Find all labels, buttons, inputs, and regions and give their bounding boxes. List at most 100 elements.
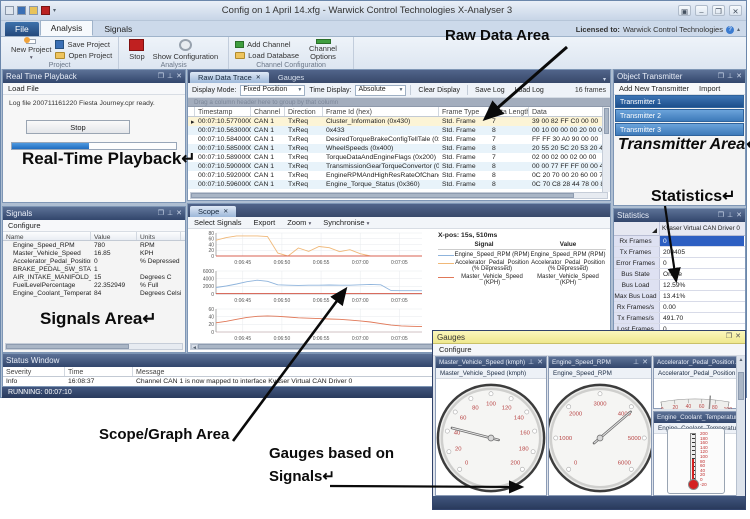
panel-pin-icon[interactable]: ⊥ [633, 359, 639, 367]
table-row[interactable]: Rx Frames0 [614, 236, 745, 247]
table-row[interactable]: Tx Frames/s491.70 [614, 313, 745, 324]
load-file-menu[interactable]: Load File [8, 84, 39, 93]
panel-pin-icon[interactable]: ⊥ [528, 359, 534, 367]
playback-stop-button[interactable]: Stop [26, 120, 130, 134]
panel-restore-icon[interactable]: ❐ [158, 210, 164, 218]
panel-close-icon[interactable]: ✕ [537, 359, 543, 367]
add-new-transmitter-menu[interactable]: Add New Transmitter [619, 84, 689, 93]
transmitter-item[interactable]: Transmitter 1 [615, 95, 744, 108]
panel-close-icon[interactable]: ✕ [736, 73, 742, 81]
help-icon[interactable]: ? [726, 26, 734, 34]
table-row[interactable]: Bus StateOnline [614, 269, 745, 280]
table-row[interactable]: 00:07:10.5890000CAN 1TxReqTorqueDataAndE… [188, 153, 610, 162]
synchronise-menu[interactable]: Synchronise ▾ [323, 218, 369, 227]
raw-hscrollbar[interactable] [190, 192, 608, 199]
table-row[interactable]: Rx Frames/s0.00 [614, 302, 745, 313]
table-row[interactable]: 00:07:10.5900000CAN 1TxReqTransmissionGe… [188, 162, 610, 171]
gauges-configure-menu[interactable]: Configure [439, 345, 472, 354]
table-row[interactable]: ▸00:07:10.5770000CAN 1TxReqCluster_Infor… [188, 117, 610, 126]
table-row[interactable]: Error Frames0 [614, 258, 745, 269]
signals-configure-menu[interactable]: Configure [8, 221, 41, 230]
quick-save-icon[interactable] [17, 6, 26, 15]
svg-text:0:06:50: 0:06:50 [274, 298, 291, 304]
statistics-corner-cell[interactable] [614, 222, 660, 235]
panel-pin-icon[interactable]: ⊥ [167, 210, 173, 218]
close-icon[interactable]: ✕ [729, 5, 742, 16]
tab-signals[interactable]: Signals [94, 22, 142, 36]
table-row[interactable]: FuelLevelPercentage22.352949% Full [3, 281, 185, 289]
gauges-vscrollbar[interactable]: ▲ [736, 356, 745, 496]
scope-chart-rpm[interactable]: 60004000200000:06:450:06:500:06:550:07:0… [190, 268, 430, 306]
table-row[interactable]: 00:07:10.5960000CAN 1TxReqEngine_Torque_… [188, 180, 610, 189]
transmitter-item[interactable]: Transmitter 2 [615, 109, 744, 122]
panel-pin-icon[interactable]: ⊥ [167, 73, 173, 81]
scope-chart-accelerator[interactable]: 8060402000:06:450:06:500:06:550:07:000:0… [190, 230, 430, 268]
panel-close-icon[interactable]: ✕ [176, 210, 182, 218]
panel-restore-icon[interactable]: ❐ [158, 73, 164, 81]
restore-icon[interactable]: ❐ [712, 5, 725, 16]
table-row[interactable]: 00:07:10.5630000CAN 1TxReq0x433Std. Fram… [188, 126, 610, 135]
screenshot-root: ▾ Config on 1 April 14.xfg - Warwick Con… [0, 0, 750, 519]
zoom-menu[interactable]: Zoom ▾ [287, 218, 311, 227]
export-menu[interactable]: Export [254, 218, 276, 227]
panel-restore-icon[interactable]: ❐ [718, 73, 724, 81]
tab-file[interactable]: File [5, 22, 39, 36]
chevron-down-icon[interactable]: ▾ [603, 76, 606, 83]
display-mode-select[interactable]: Fixed Position▼ [240, 85, 305, 96]
tab-scope[interactable]: Scope✕ [190, 206, 236, 217]
table-row[interactable]: Engine_Coolant_Temperature84Degrees Cels… [3, 289, 185, 297]
raw-vscrollbar[interactable] [602, 107, 610, 192]
table-row[interactable]: 00:07:10.5920000CAN 1TxReqEngineRPMAndHi… [188, 171, 610, 180]
open-project-button[interactable]: Open Project [55, 51, 112, 60]
quick-open-icon[interactable] [29, 6, 38, 15]
load-database-button[interactable]: Load Database [235, 51, 299, 60]
statistics-column-header[interactable]: Kvaser Virtual CAN Driver 0 [660, 222, 745, 235]
group-by-bar[interactable]: Drag a column header here to group by th… [188, 98, 610, 107]
help-window-icon[interactable]: ▣ [678, 5, 691, 16]
add-channel-button[interactable]: Add Channel [235, 40, 299, 49]
stop-button[interactable]: Stop [125, 39, 148, 61]
panel-restore-icon[interactable]: ❐ [718, 212, 724, 220]
panel-close-icon[interactable]: ✕ [642, 359, 648, 367]
panel-pin-icon[interactable]: ⊥ [727, 73, 733, 81]
table-row[interactable]: Engine_Speed_RPM780RPM [3, 241, 185, 249]
panel-pin-icon[interactable]: ⊥ [727, 212, 733, 220]
tab-raw-data-trace[interactable]: Raw Data Trace✕ [190, 72, 269, 83]
app-icon[interactable] [5, 6, 14, 15]
quick-stop-icon[interactable] [41, 6, 50, 15]
table-row[interactable]: Max Bus Load13.41% [614, 291, 745, 302]
save-project-button[interactable]: Save Project [55, 40, 112, 49]
window-restore-icon[interactable]: ❐ [726, 333, 732, 341]
import-menu[interactable]: Import [699, 84, 720, 93]
signals-hscrollbar[interactable] [5, 343, 183, 350]
tab-analysis[interactable]: Analysis [40, 20, 94, 36]
new-project-button[interactable]: New Project ▾ [7, 39, 55, 61]
table-row[interactable]: Master_Vehicle_Speed16.85KPH [3, 249, 185, 257]
load-log-button[interactable]: Load Log [512, 87, 547, 94]
window-close-icon[interactable]: ✕ [735, 333, 741, 341]
tab-gauges[interactable]: Gauges [270, 72, 312, 83]
tab-close-icon[interactable]: ✕ [223, 208, 228, 215]
tab-close-icon[interactable]: ✕ [256, 74, 261, 81]
panel-close-icon[interactable]: ✕ [736, 212, 742, 220]
svg-text:100: 100 [724, 407, 733, 409]
raw-table-body: ▸00:07:10.5770000CAN 1TxReqCluster_Infor… [188, 117, 610, 189]
license-caret-icon[interactable]: ▴ [737, 26, 740, 33]
table-row[interactable]: BRAKE_PEDAL_SW_STATUS1 [3, 265, 185, 273]
table-row[interactable]: Bus Load12.59% [614, 280, 745, 291]
table-row[interactable]: Tx Frames200405 [614, 247, 745, 258]
table-row[interactable]: Accelerator_Pedal_Position0% Depressed [3, 257, 185, 265]
panel-close-icon[interactable]: ✕ [176, 73, 182, 81]
save-log-button[interactable]: Save Log [472, 87, 508, 94]
minimize-icon[interactable]: – [695, 5, 708, 16]
svg-text:160: 160 [520, 431, 531, 437]
table-row[interactable]: 00:07:10.5840000CAN 1TxReqDesiredTorqueB… [188, 135, 610, 144]
channel-options-button[interactable]: Channel Options [299, 39, 347, 61]
scope-chart-speed[interactable]: 60402000:06:450:06:500:06:550:07:000:07:… [190, 306, 430, 344]
show-configuration-button[interactable]: Show Configuration [149, 39, 222, 61]
table-row[interactable]: 00:07:10.5850000CAN 1TxReqWheelSpeeds (0… [188, 144, 610, 153]
time-display-select[interactable]: Absolute▼ [355, 85, 406, 96]
table-row[interactable]: AIR_INTAKE_MANIFOLD_TEMP15Degrees C [3, 273, 185, 281]
select-signals-menu[interactable]: Select Signals [194, 218, 242, 227]
clear-display-button[interactable]: Clear Display [415, 87, 463, 94]
